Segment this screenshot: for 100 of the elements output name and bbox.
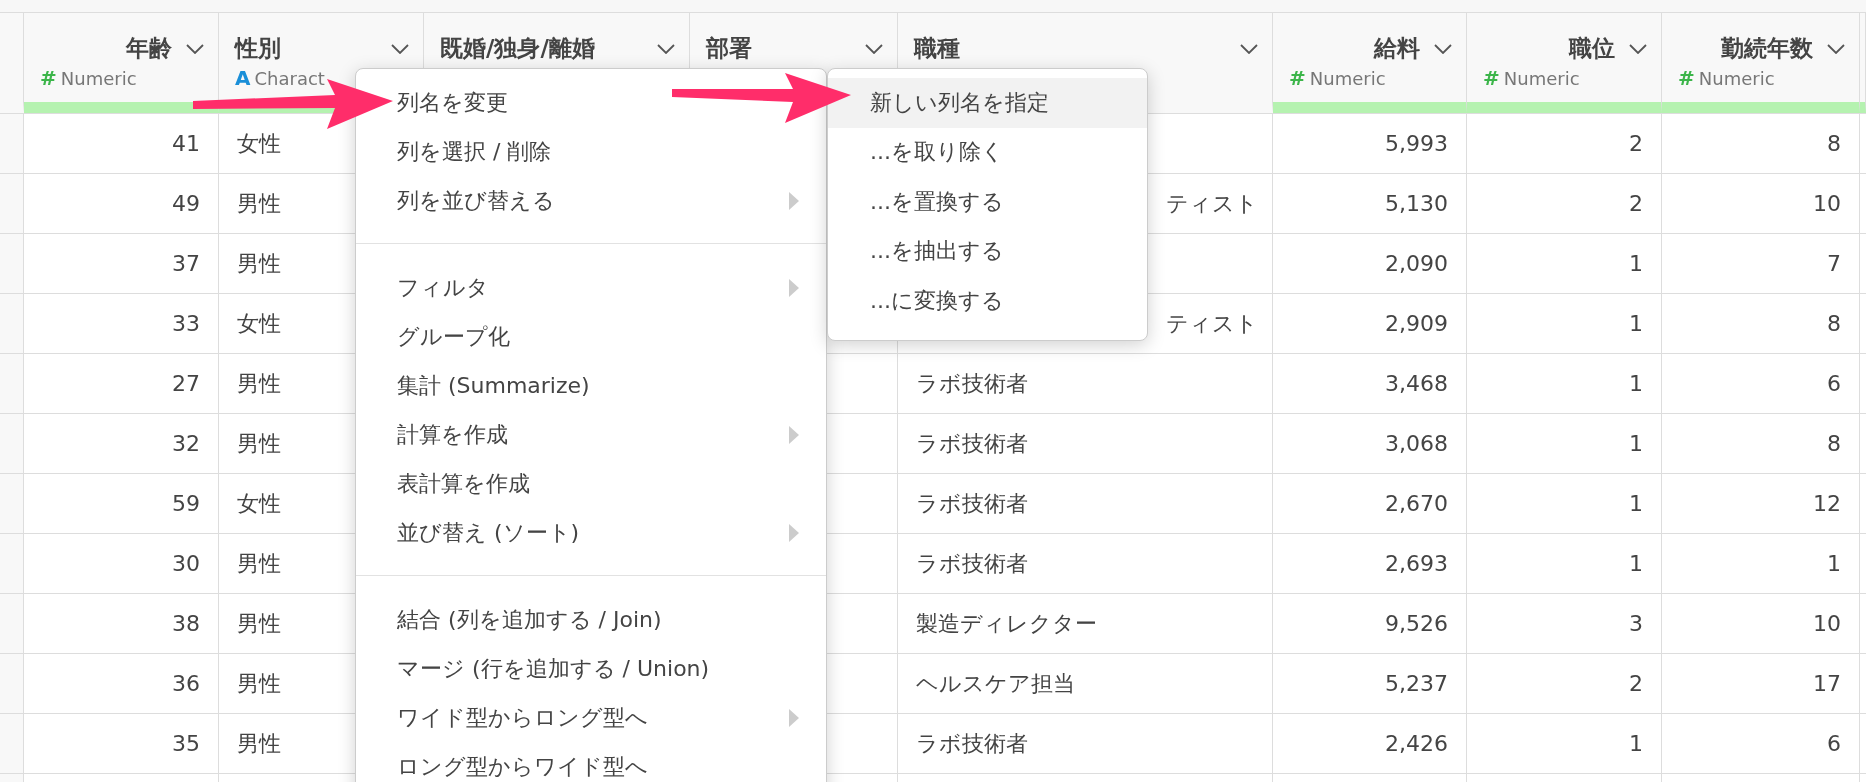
table-cell: 33 (172, 311, 200, 336)
column-title: 職種 (914, 34, 960, 63)
table-cell-text: ラボ技術者 (916, 429, 1028, 458)
column-type: Numeric (1309, 67, 1386, 89)
table-cell-text: 男性 (237, 429, 281, 458)
submenu-item[interactable]: ...を置換する (828, 177, 1147, 227)
chevron-down-icon[interactable] (1629, 43, 1647, 54)
table-cell-text: 男性 (237, 369, 281, 398)
menu-item[interactable]: フィルタ (397, 263, 800, 312)
menu-item[interactable]: 計算を作成 (397, 410, 800, 459)
column-type: Numeric (60, 67, 137, 89)
menu-item[interactable]: 表計算を作成 (397, 459, 530, 508)
menu-item[interactable]: 列名を変更 (397, 78, 508, 127)
column-title: 性別 (235, 34, 281, 63)
table-cell-text: ヘルスケア担当 (916, 669, 1075, 698)
table-cell: 3 (1629, 611, 1643, 636)
chevron-down-icon[interactable] (186, 43, 204, 54)
type-icon: # (40, 66, 57, 90)
table-cell: 35 (172, 731, 200, 756)
table-cell: 36 (172, 671, 200, 696)
column-title: 既婚/独身/離婚 (440, 34, 595, 63)
table-cell: 1 (1629, 731, 1643, 756)
submenu-item[interactable]: ...を抽出する (828, 226, 1147, 276)
column-type: Numeric (1503, 67, 1580, 89)
table-cell: 38 (172, 611, 200, 636)
type-icon: A (235, 66, 251, 90)
menu-item[interactable]: 列を並び替える (397, 176, 800, 225)
chevron-down-icon[interactable] (865, 43, 883, 54)
table-cell: 37 (172, 251, 200, 276)
type-icon: # (1483, 66, 1500, 90)
menu-item[interactable]: マージ (行を追加する / Union) (397, 644, 710, 693)
table-cell: 2 (1629, 191, 1643, 216)
table-cell: 5,993 (1385, 131, 1448, 156)
table-cell: 30 (172, 551, 200, 576)
table-cell: 2 (1629, 671, 1643, 696)
table-cell: 27 (172, 371, 200, 396)
table-cell-text: 男性 (237, 189, 281, 218)
column-title: 年齢 (126, 34, 172, 63)
table-cell: 3,068 (1385, 431, 1448, 456)
table-cell-text: 製造ディレクター (916, 609, 1097, 638)
table-cell: 8 (1827, 431, 1841, 456)
table-cell: 2,426 (1385, 731, 1448, 756)
table-cell: 2,090 (1385, 251, 1448, 276)
column-title: 勤続年数 (1721, 34, 1813, 63)
table-cell: 6 (1827, 731, 1841, 756)
table-cell: 10 (1813, 611, 1841, 636)
menu-item[interactable]: 結合 (列を追加する / Join) (397, 595, 662, 644)
table-cell-text: ラボ技術者 (916, 549, 1028, 578)
column-title: 給料 (1374, 34, 1420, 63)
submenu-item[interactable]: ...を取り除く (828, 127, 1147, 177)
table-cell: 5,130 (1385, 191, 1448, 216)
menu-item[interactable]: 集計 (Summarize) (397, 361, 590, 410)
table-cell: 12 (1813, 491, 1841, 516)
table-cell: 1 (1629, 311, 1643, 336)
table-cell: 59 (172, 491, 200, 516)
column-title: 職位 (1569, 34, 1615, 63)
column-title: 部署 (706, 34, 752, 63)
table-cell-text: ラボ技術者 (916, 729, 1028, 758)
table-cell: 41 (172, 131, 200, 156)
menu-item[interactable]: 並び替え (ソート) (397, 508, 800, 557)
table-cell: 1 (1629, 551, 1643, 576)
menu-item[interactable]: ロング型からワイド型へ (397, 742, 648, 782)
table-cell-text: 女性 (237, 489, 281, 518)
table-cell: 1 (1827, 551, 1841, 576)
table-cell-text: 男性 (237, 669, 281, 698)
table-cell: 6 (1827, 371, 1841, 396)
table-cell: 17 (1813, 671, 1841, 696)
chevron-down-icon[interactable] (1827, 43, 1845, 54)
table-cell: 1 (1629, 371, 1643, 396)
type-icon: # (1678, 66, 1695, 90)
table-cell-text: 男性 (237, 249, 281, 278)
table-cell-text: 女性 (237, 309, 281, 338)
chevron-down-icon[interactable] (657, 43, 675, 54)
table-cell: 3,468 (1385, 371, 1448, 396)
column-type: Numeric (1698, 67, 1775, 89)
chevron-down-icon[interactable] (1434, 43, 1452, 54)
menu-item[interactable]: ワイド型からロング型へ (397, 693, 800, 742)
submenu-item[interactable]: 新しい列名を指定 (828, 78, 1147, 128)
table-cell: 2,670 (1385, 491, 1448, 516)
table-cell: 9,526 (1385, 611, 1448, 636)
menu-item[interactable]: グループ化 (397, 312, 510, 361)
table-cell: 49 (172, 191, 200, 216)
table-cell: 7 (1827, 251, 1841, 276)
chevron-down-icon[interactable] (1240, 43, 1258, 54)
table-cell: 8 (1827, 311, 1841, 336)
table-cell: 10 (1813, 191, 1841, 216)
submenu-item[interactable]: ...に変換する (828, 276, 1147, 326)
type-icon: # (1289, 66, 1306, 90)
table-cell-text: ラボ技術者 (916, 489, 1028, 518)
table-cell: 2,909 (1385, 311, 1448, 336)
table-cell-text: 女性 (237, 129, 281, 158)
table-cell-text: 男性 (237, 549, 281, 578)
menu-item[interactable]: 列を選択 / 削除 (397, 127, 552, 176)
table-cell: 1 (1629, 431, 1643, 456)
chevron-down-icon[interactable] (391, 43, 409, 54)
table-cell-text: ティスト (1166, 309, 1258, 338)
table-cell: 1 (1629, 491, 1643, 516)
table-cell: 5,237 (1385, 671, 1448, 696)
table-cell: 32 (172, 431, 200, 456)
table-cell: 8 (1827, 131, 1841, 156)
